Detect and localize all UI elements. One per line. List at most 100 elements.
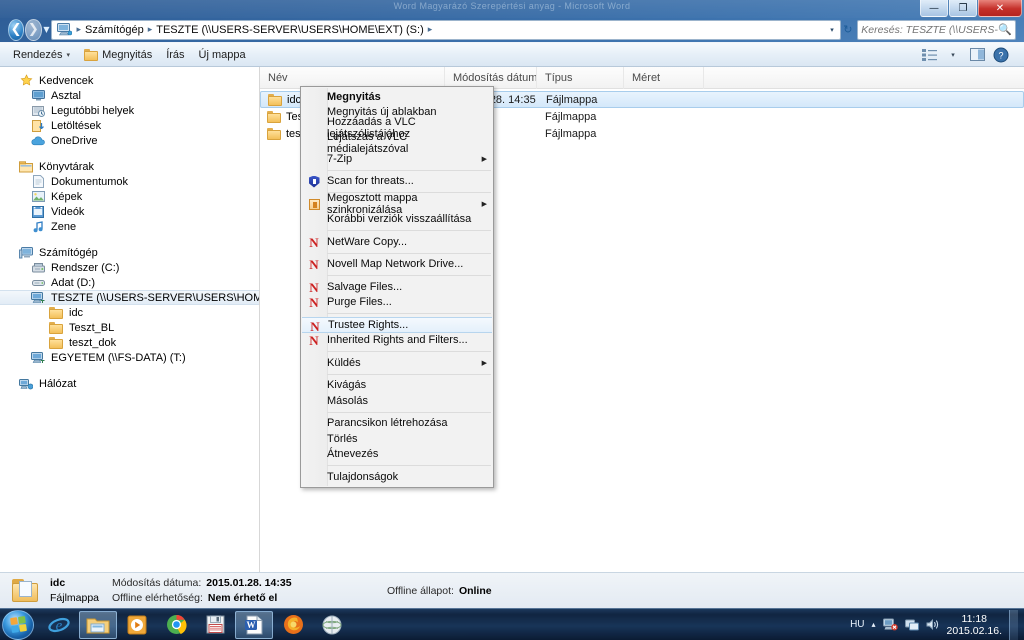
column-header-filler[interactable] bbox=[704, 67, 1024, 89]
floppy-icon bbox=[206, 615, 224, 634]
taskbar-windows-explorer[interactable] bbox=[79, 610, 117, 639]
sidebar-label: Zene bbox=[51, 220, 77, 233]
taskbar-internet-explorer[interactable]: e bbox=[40, 611, 78, 639]
network-error-icon[interactable] bbox=[882, 618, 898, 631]
breadcrumb-share[interactable]: TESZTE (\\USERS-SERVER\USERS\HOME\EXT) (… bbox=[153, 23, 427, 37]
menu-item-21[interactable]: Küldés ▶ bbox=[301, 355, 493, 371]
history-dropdown-icon[interactable]: ▼ bbox=[42, 25, 52, 34]
menu-item-19[interactable]: N Inherited Rights and Filters... bbox=[301, 333, 493, 349]
menu-item-13[interactable]: N Novell Map Network Drive... bbox=[301, 257, 493, 273]
close-button[interactable]: ✕ bbox=[978, 0, 1022, 17]
column-header-size[interactable]: Méret bbox=[624, 66, 704, 89]
view-dropdown-icon[interactable]: ▾ bbox=[942, 45, 964, 64]
help-icon[interactable]: ? bbox=[990, 45, 1012, 64]
search-input[interactable] bbox=[861, 23, 999, 36]
chevron-down-icon[interactable]: ▾ bbox=[825, 26, 838, 34]
computer-icon bbox=[18, 245, 34, 260]
menu-item-16[interactable]: N Purge Files... bbox=[301, 295, 493, 311]
sidebar-item-libraries[interactable]: Könyvtárak bbox=[0, 159, 259, 174]
context-menu[interactable]: Megnyitás Megnyitás új ablakban Hozzáadás … bbox=[300, 86, 494, 488]
address-bar[interactable]: ▸ Számítógép ▸ TESZTE (\\USERS-SERVER\US… bbox=[51, 19, 842, 40]
volume-icon[interactable] bbox=[926, 618, 940, 631]
menu-item-9[interactable]: Korábbi verziók visszaállítása bbox=[301, 212, 493, 228]
sidebar-item-teszte-drive[interactable]: TESZTE (\\USERS-SERVER\USERS\HOME\EXT) (… bbox=[0, 290, 259, 305]
menu-item-27[interactable]: Törlés bbox=[301, 431, 493, 447]
new-folder-button[interactable]: Új mappa bbox=[192, 47, 253, 63]
sidebar-item-favorites[interactable]: Kedvencek bbox=[0, 73, 259, 88]
sidebar-item-computer[interactable]: Számítógép bbox=[0, 245, 259, 260]
back-button[interactable]: ❮ bbox=[8, 18, 25, 41]
tray-language[interactable]: HU bbox=[850, 619, 864, 630]
window-titlebar: — ❐ ✕ bbox=[0, 0, 1024, 18]
preview-pane-icon[interactable] bbox=[966, 45, 988, 64]
sidebar-item-desktop[interactable]: Asztal bbox=[0, 88, 259, 103]
menu-separator bbox=[327, 169, 491, 171]
sidebar-label: Rendszer (C:) bbox=[51, 261, 120, 274]
sidebar-item-network[interactable]: Hálózat bbox=[0, 376, 259, 391]
menu-item-30[interactable]: Tulajdonságok bbox=[301, 469, 493, 485]
chevron-right-icon: ▶ bbox=[481, 154, 487, 163]
search-box[interactable]: 🔍 bbox=[857, 19, 1016, 40]
minimize-button[interactable]: — bbox=[920, 0, 948, 17]
sidebar-label: idc bbox=[69, 306, 84, 319]
open-button[interactable]: Megnyitás bbox=[77, 47, 159, 63]
drive-icon bbox=[30, 275, 46, 290]
menu-item-23[interactable]: Kivágás bbox=[301, 378, 493, 394]
action-center-icon[interactable] bbox=[904, 618, 919, 631]
taskbar-media-player[interactable] bbox=[118, 611, 156, 639]
menu-item-6[interactable]: Scan for threats... bbox=[301, 174, 493, 190]
menu-separator bbox=[327, 351, 491, 352]
sidebar-item-onedrive[interactable]: OneDrive bbox=[0, 133, 259, 148]
menu-item-18[interactable]: N Trustee Rights... bbox=[302, 317, 492, 333]
taskbar-mozilla-firefox[interactable] bbox=[274, 611, 312, 639]
details-name-col: idc Fájlmappa bbox=[50, 577, 112, 604]
menu-item-3[interactable]: Lejátszás a VLC médialejátszóval bbox=[301, 131, 493, 155]
details-item-name: idc bbox=[50, 577, 66, 589]
menu-item-label: Novell Map Network Drive... bbox=[327, 258, 464, 271]
sidebar-item-pictures[interactable]: Képek bbox=[0, 189, 259, 204]
sidebar-item-system-drive[interactable]: Rendszer (C:) bbox=[0, 260, 259, 275]
search-icon[interactable]: 🔍 bbox=[998, 23, 1012, 36]
sidebar-item-teszt-bl[interactable]: Teszt_BL bbox=[0, 320, 259, 335]
view-list-icon[interactable] bbox=[918, 45, 940, 64]
show-hidden-icons[interactable]: ▴ bbox=[872, 620, 876, 629]
maximize-button[interactable]: ❐ bbox=[949, 0, 977, 17]
taskbar-google-chrome[interactable] bbox=[157, 611, 195, 639]
sidebar-item-recent-places[interactable]: Legutóbbi helyek bbox=[0, 103, 259, 118]
menu-item-4[interactable]: 7-Zip ▶ bbox=[301, 151, 493, 167]
menu-item-26[interactable]: Parancsikon létrehozása bbox=[301, 416, 493, 432]
breadcrumb-computer[interactable]: Számítógép bbox=[82, 23, 147, 37]
details-offline-availability: Offline elérhetőség: Nem érhető el bbox=[112, 592, 387, 604]
burn-button[interactable]: Írás bbox=[159, 47, 191, 63]
menu-item-28[interactable]: Átnevezés bbox=[301, 447, 493, 463]
sidebar-item-egyetem-drive[interactable]: EGYETEM (\\FS-DATA) (T:) bbox=[0, 350, 259, 365]
sidebar-item-music[interactable]: Zene bbox=[0, 219, 259, 234]
organize-button[interactable]: Rendezés ▾ bbox=[6, 47, 77, 63]
column-header-type[interactable]: Típus bbox=[537, 66, 624, 89]
taskbar-microsoft-word[interactable]: W bbox=[235, 610, 273, 639]
folder-icon bbox=[267, 110, 281, 123]
svg-text:?: ? bbox=[998, 50, 1003, 60]
refresh-button[interactable]: ↻ bbox=[841, 23, 854, 36]
menu-item-label: Átnevezés bbox=[327, 448, 379, 461]
forward-button[interactable]: ❯ bbox=[25, 18, 42, 41]
taskbar-other-app[interactable] bbox=[313, 611, 351, 639]
sidebar-item-documents[interactable]: Dokumentumok bbox=[0, 174, 259, 189]
menu-item-24[interactable]: Másolás bbox=[301, 393, 493, 409]
clock[interactable]: 11:18 2015.02.16. bbox=[947, 613, 1002, 637]
menu-item-8[interactable]: Megosztott mappa szinkronizálása ▶ bbox=[301, 192, 493, 216]
show-desktop-button[interactable] bbox=[1009, 609, 1018, 640]
taskbar: e W HU ▴ 11:18 2015.02.16. bbox=[0, 608, 1024, 640]
sidebar-item-idc[interactable]: idc bbox=[0, 305, 259, 320]
sidebar-item-videos[interactable]: Videók bbox=[0, 204, 259, 219]
menu-item-15[interactable]: N Salvage Files... bbox=[301, 279, 493, 295]
sidebar-label: EGYETEM (\\FS-DATA) (T:) bbox=[51, 351, 186, 364]
menu-item-0[interactable]: Megnyitás bbox=[301, 89, 493, 105]
sidebar-item-data-drive[interactable]: Adat (D:) bbox=[0, 275, 259, 290]
start-button[interactable] bbox=[2, 609, 34, 640]
sidebar-item-downloads[interactable]: Letöltések bbox=[0, 118, 259, 133]
taskbar-save-app[interactable] bbox=[196, 611, 234, 639]
menu-item-11[interactable]: N NetWare Copy... bbox=[301, 234, 493, 250]
breadcrumb-separator[interactable]: ▸ bbox=[427, 25, 434, 35]
sidebar-item-teszt-dok[interactable]: teszt_dok bbox=[0, 335, 259, 350]
